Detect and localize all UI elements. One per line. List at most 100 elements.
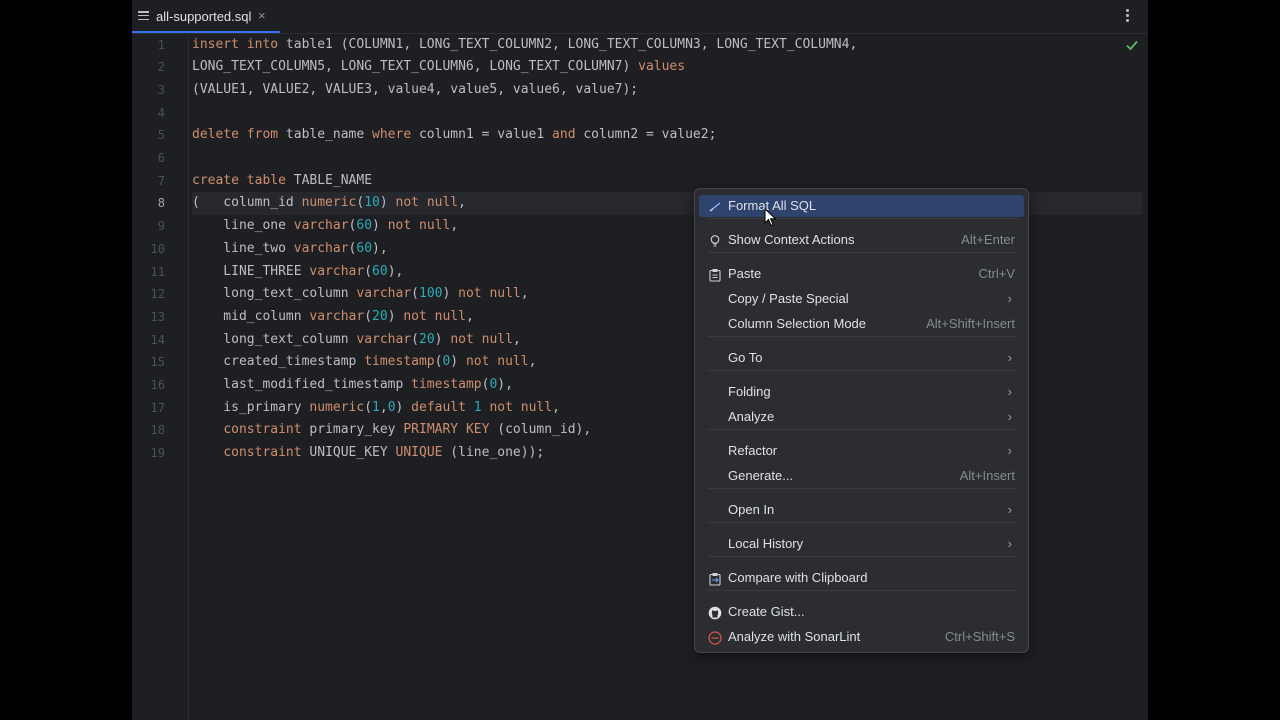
sql-keyword: constraint: [223, 422, 302, 438]
sql-identifier: table_name: [278, 127, 373, 143]
code-line[interactable]: LONG_TEXT_COLUMN5, LONG_TEXT_COLUMN6, LO…: [192, 56, 1142, 79]
menu-item-label: Open In: [728, 502, 775, 517]
menu-item-column-selection-mode[interactable]: Column Selection Mode Alt+Shift+Insert: [699, 313, 1024, 335]
sql-number: 0: [387, 399, 396, 415]
tab-title: all-supported.sql: [156, 9, 252, 24]
menu-item-shortcut: Alt+Insert: [959, 468, 1015, 483]
sql-keyword: varchar: [293, 240, 349, 256]
code-line[interactable]: [192, 102, 1142, 125]
sql-identifier: ,: [450, 218, 459, 234]
sql-identifier: [466, 400, 474, 415]
sql-identifier: UNIQUE_KEY: [301, 445, 396, 461]
menu-item-label: Paste: [728, 266, 762, 281]
menu-item-folding[interactable]: Folding ›: [699, 381, 1024, 403]
line-number: 9: [157, 219, 165, 234]
sql-keyword: numeric: [309, 399, 365, 415]
sql-identifier: (: [364, 308, 373, 324]
sql-identifier: ,: [379, 399, 388, 415]
menu-item-show-context-actions[interactable]: Show Context Actions Alt+Enter: [699, 229, 1024, 251]
github-icon: [708, 605, 722, 620]
sql-keyword: where: [372, 127, 412, 143]
line-number: 18: [150, 423, 165, 438]
code-line[interactable]: [192, 147, 1142, 170]
menu-separator: [707, 252, 1017, 253]
sql-number: 100: [419, 286, 443, 302]
menu-item-label: Generate...: [728, 468, 794, 483]
sql-keyword: varchar: [309, 308, 365, 324]
sql-identifier: ,: [512, 331, 521, 347]
sql-keyword: varchar: [293, 218, 349, 234]
sql-number: 60: [356, 218, 373, 234]
sql-keyword: not null: [395, 195, 459, 211]
check-icon[interactable]: [1125, 38, 1139, 52]
menu-item-copy-paste-special[interactable]: Copy / Paste Special ›: [699, 288, 1024, 310]
line-number: 1: [157, 37, 165, 52]
sql-keyword: not null: [458, 286, 521, 302]
sql-identifier: line_one: [192, 218, 294, 234]
code-line[interactable]: delete from table_name where column1 = v…: [192, 124, 1142, 147]
sql-keyword: PRIMARY KEY: [403, 422, 490, 438]
menu-item-label: Local History: [728, 536, 804, 551]
more-options-icon[interactable]: [1126, 9, 1130, 23]
menu-item-format-all-sql[interactable]: Format All SQL: [699, 195, 1024, 217]
code-line[interactable]: insert into table1 (COLUMN1, LONG_TEXT_C…: [192, 34, 1142, 57]
sql-number: 20: [419, 331, 435, 347]
menu-item-analyze[interactable]: Analyze ›: [699, 406, 1024, 428]
tab-all-supported-sql[interactable]: all-supported.sql ×: [132, 0, 280, 33]
line-number: 13: [150, 309, 165, 324]
file-structure-icon: [138, 11, 149, 21]
editor-tab-bar: all-supported.sql ×: [132, 0, 1148, 34]
menu-item-shortcut: Alt+Enter: [961, 232, 1015, 247]
menu-separator: [707, 590, 1017, 591]
line-number: 6: [157, 151, 165, 165]
line-number: 10: [150, 241, 165, 256]
sql-format-icon: [708, 199, 722, 213]
code-line[interactable]: (VALUE1, VALUE2, VALUE3, value4, value5,…: [192, 79, 1142, 102]
menu-item-create-gist[interactable]: Create Gist...: [699, 601, 1024, 623]
menu-item-open-in[interactable]: Open In ›: [699, 499, 1024, 521]
sql-number: 10: [364, 195, 380, 211]
menu-item-go-to[interactable]: Go To ›: [699, 347, 1024, 369]
menu-item-label: Analyze: [728, 409, 775, 424]
sql-keyword: varchar: [356, 331, 412, 347]
chevron-right-icon: ›: [1007, 536, 1012, 551]
chevron-right-icon: ›: [1007, 350, 1012, 365]
menu-item-label: Go To: [728, 350, 763, 365]
compare-clipboard-icon: [708, 571, 722, 586]
menu-item-label: Show Context Actions: [728, 232, 855, 247]
menu-item-local-history[interactable]: Local History ›: [699, 533, 1024, 555]
sql-keyword: create table: [192, 172, 286, 188]
sql-identifier: ,: [458, 195, 466, 211]
sql-identifier: ,: [552, 399, 560, 415]
menu-item-label: Copy / Paste Special: [728, 291, 849, 306]
sql-keyword: and: [552, 127, 576, 143]
sql-identifier: ): [395, 399, 412, 415]
sql-identifier: created_timestamp: [192, 354, 365, 370]
sql-identifier: ,: [520, 286, 529, 302]
menu-item-compare-with-clipboard[interactable]: Compare with Clipboard: [699, 567, 1024, 589]
menu-item-shortcut: Ctrl+V: [978, 266, 1015, 281]
sql-identifier: primary_key: [301, 422, 404, 438]
editor-context-menu: Format All SQL Show Context Actions Alt+En…: [694, 188, 1029, 653]
sql-identifier: ): [379, 195, 396, 211]
menu-item-generate[interactable]: Generate... Alt+Insert: [699, 465, 1024, 487]
sql-identifier: LONG_TEXT_COLUMN5, LONG_TEXT_COLUMN6, LO…: [192, 59, 639, 75]
menu-item-refactor[interactable]: Refactor ›: [699, 440, 1024, 462]
sql-identifier: ( column_id: [192, 195, 302, 211]
menu-item-analyze-with-sonarlint[interactable]: Analyze with SonarLint Ctrl+Shift+S: [699, 626, 1024, 648]
menu-separator: [707, 336, 1017, 337]
line-number: 11: [150, 264, 165, 279]
line-number: 5: [157, 128, 165, 143]
sql-identifier: TABLE_NAME: [285, 172, 373, 188]
line-number: 4: [157, 105, 165, 120]
tab-close-icon[interactable]: ×: [258, 8, 266, 23]
line-number: 17: [150, 400, 165, 415]
menu-item-paste[interactable]: Paste Ctrl+V: [699, 263, 1024, 285]
line-number: 14: [150, 332, 165, 347]
sql-identifier: column1 = value1: [411, 127, 553, 143]
sql-keyword: timestamp: [364, 354, 435, 370]
sql-number: 1: [473, 399, 482, 415]
sql-identifier: ,: [465, 308, 474, 324]
menu-separator: [707, 370, 1017, 371]
sql-identifier: ),: [372, 240, 388, 256]
